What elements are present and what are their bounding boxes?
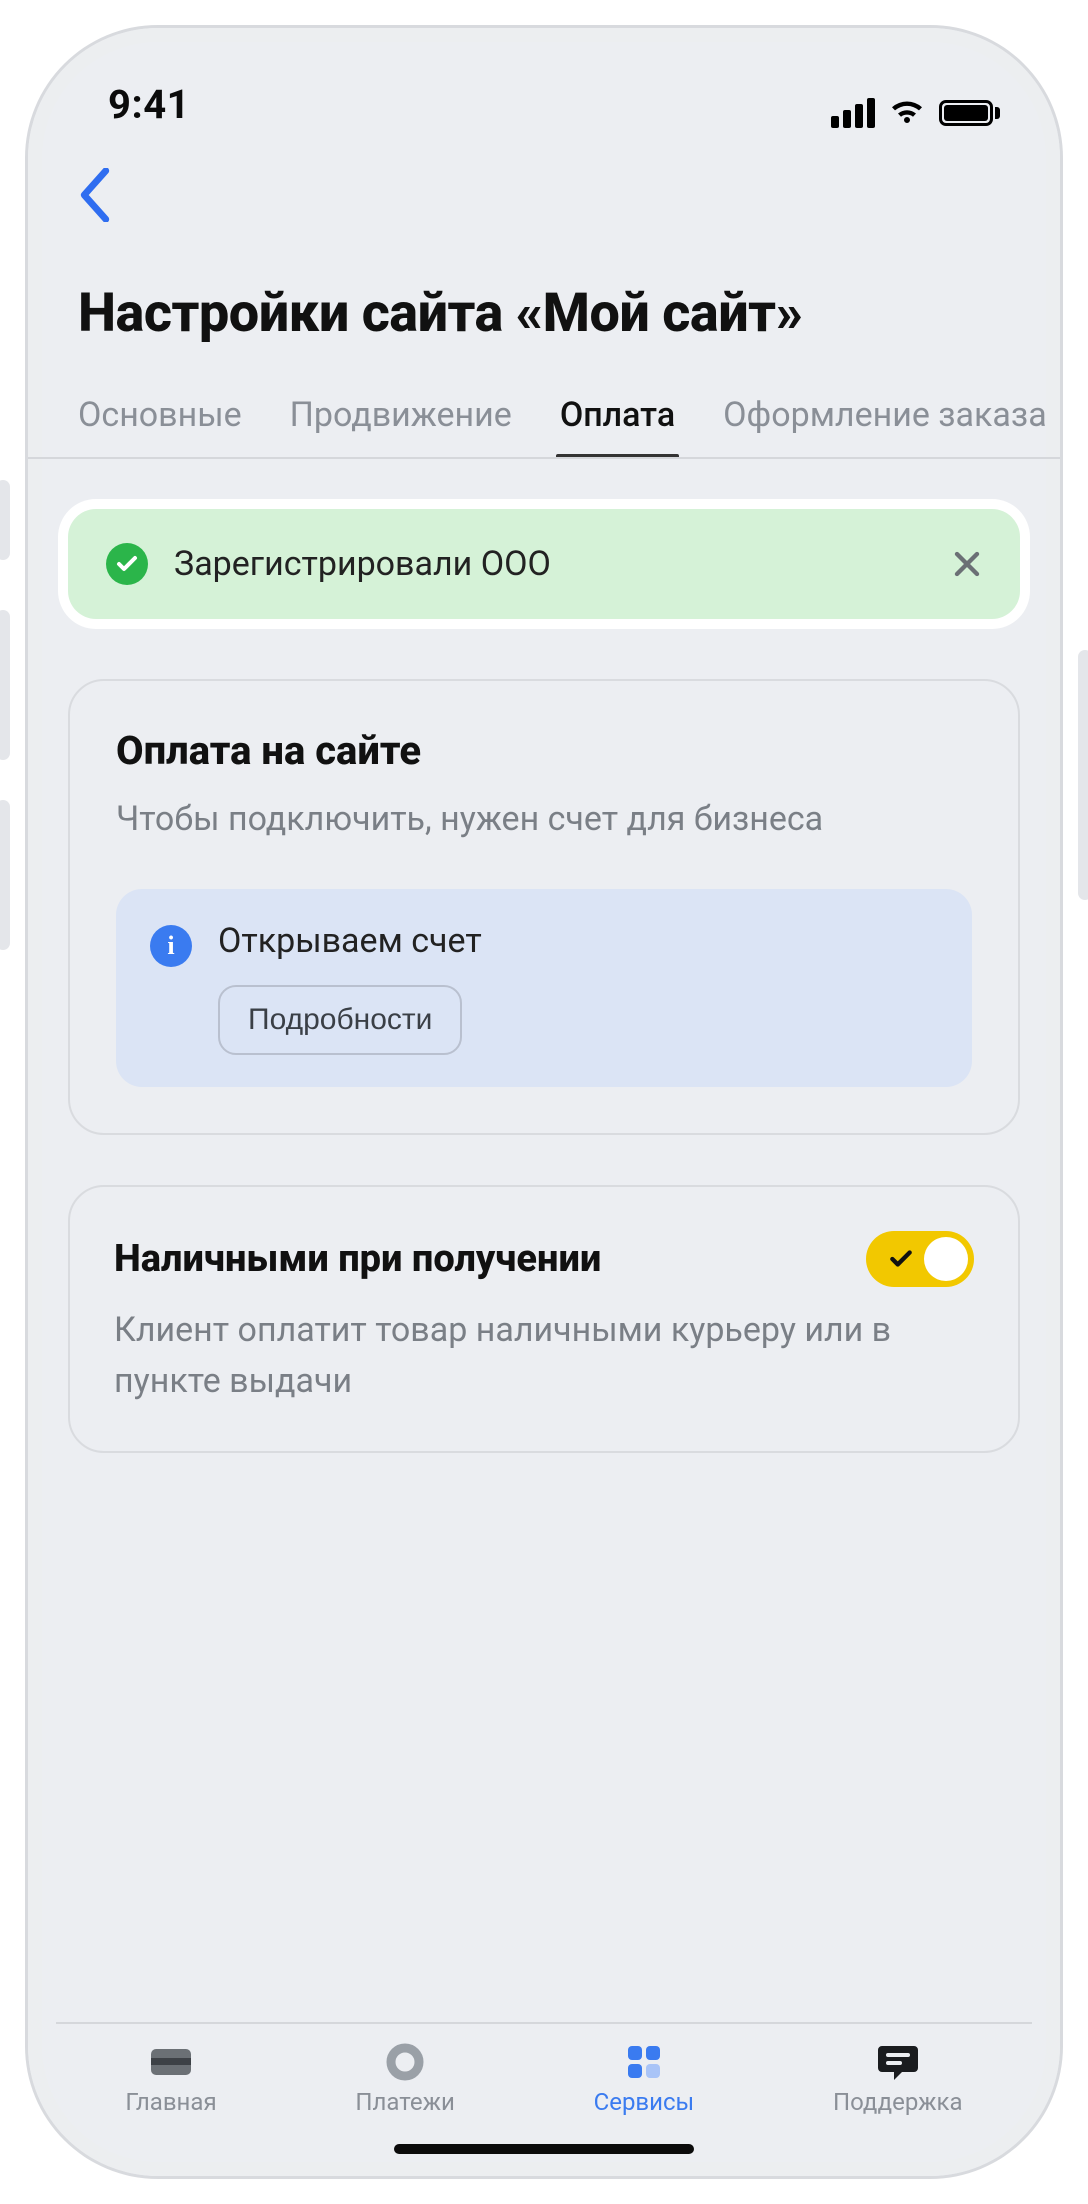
status-bar: 9:41 [28, 28, 1060, 138]
card-subtitle: Клиент оплатит товар наличными курьеру и… [114, 1305, 974, 1407]
home-indicator[interactable] [394, 2144, 694, 2154]
cash-on-delivery-card: Наличными при получении Клиент оплатит т… [68, 1185, 1020, 1453]
battery-icon [939, 100, 1000, 126]
wifi-icon [889, 99, 925, 127]
info-text: Открываем счет [218, 921, 938, 961]
cash-toggle[interactable] [866, 1231, 974, 1287]
online-payment-card: Оплата на сайте Чтобы подключить, нужен … [68, 679, 1020, 1135]
tab-payments[interactable]: Платежи [355, 2042, 454, 2116]
tab-support[interactable]: Поддержка [833, 2042, 963, 2116]
status-indicators [831, 98, 1000, 128]
tab-checkout[interactable]: Оформление заказа [723, 395, 1047, 457]
toast-text: Зарегистрировали ООО [174, 544, 926, 584]
info-box: i Открываем счет Подробности [116, 889, 972, 1087]
card-icon [147, 2042, 195, 2082]
check-circle-icon [106, 543, 148, 585]
card-subtitle: Чтобы подключить, нужен счет для бизнеса [116, 794, 972, 845]
cellular-signal-icon [831, 98, 875, 128]
bottom-tab-bar: Главная Платежи Сервисы [56, 2022, 1032, 2116]
tab-label: Продвижение [290, 395, 512, 435]
card-title: Оплата на сайте [116, 727, 972, 774]
check-icon [888, 1246, 914, 1272]
tab-services[interactable]: Сервисы [594, 2042, 695, 2116]
grid-icon [620, 2042, 668, 2082]
chat-icon [874, 2042, 922, 2082]
back-button[interactable] [78, 168, 1020, 222]
details-button[interactable]: Подробности [218, 985, 462, 1055]
tab-label: Оформление заказа [723, 395, 1047, 435]
tab-payment[interactable]: Оплата [560, 395, 675, 457]
success-toast: Зарегистрировали ООО [68, 509, 1020, 619]
tab-main[interactable]: Основные [78, 395, 242, 457]
card-title: Наличными при получении [114, 1237, 848, 1281]
tab-promotion[interactable]: Продвижение [290, 395, 512, 457]
info-icon: i [150, 925, 192, 967]
tab-label: Главная [125, 2088, 216, 2116]
tab-home[interactable]: Главная [125, 2042, 216, 2116]
page-title: Настройки сайта «Мой сайт» [28, 232, 1060, 375]
tab-label: Основные [78, 395, 242, 435]
tab-label: Сервисы [594, 2088, 695, 2116]
tabs: Основные Продвижение Оплата Оформление з… [28, 375, 1060, 459]
tab-label: Поддержка [833, 2088, 963, 2116]
status-time: 9:41 [108, 81, 190, 128]
tab-label: Оплата [560, 395, 675, 435]
details-button-label: Подробности [248, 1003, 432, 1036]
toast-close-button[interactable] [952, 549, 982, 579]
circle-icon [381, 2042, 429, 2082]
toggle-thumb [924, 1237, 968, 1281]
tab-label: Платежи [355, 2088, 454, 2116]
